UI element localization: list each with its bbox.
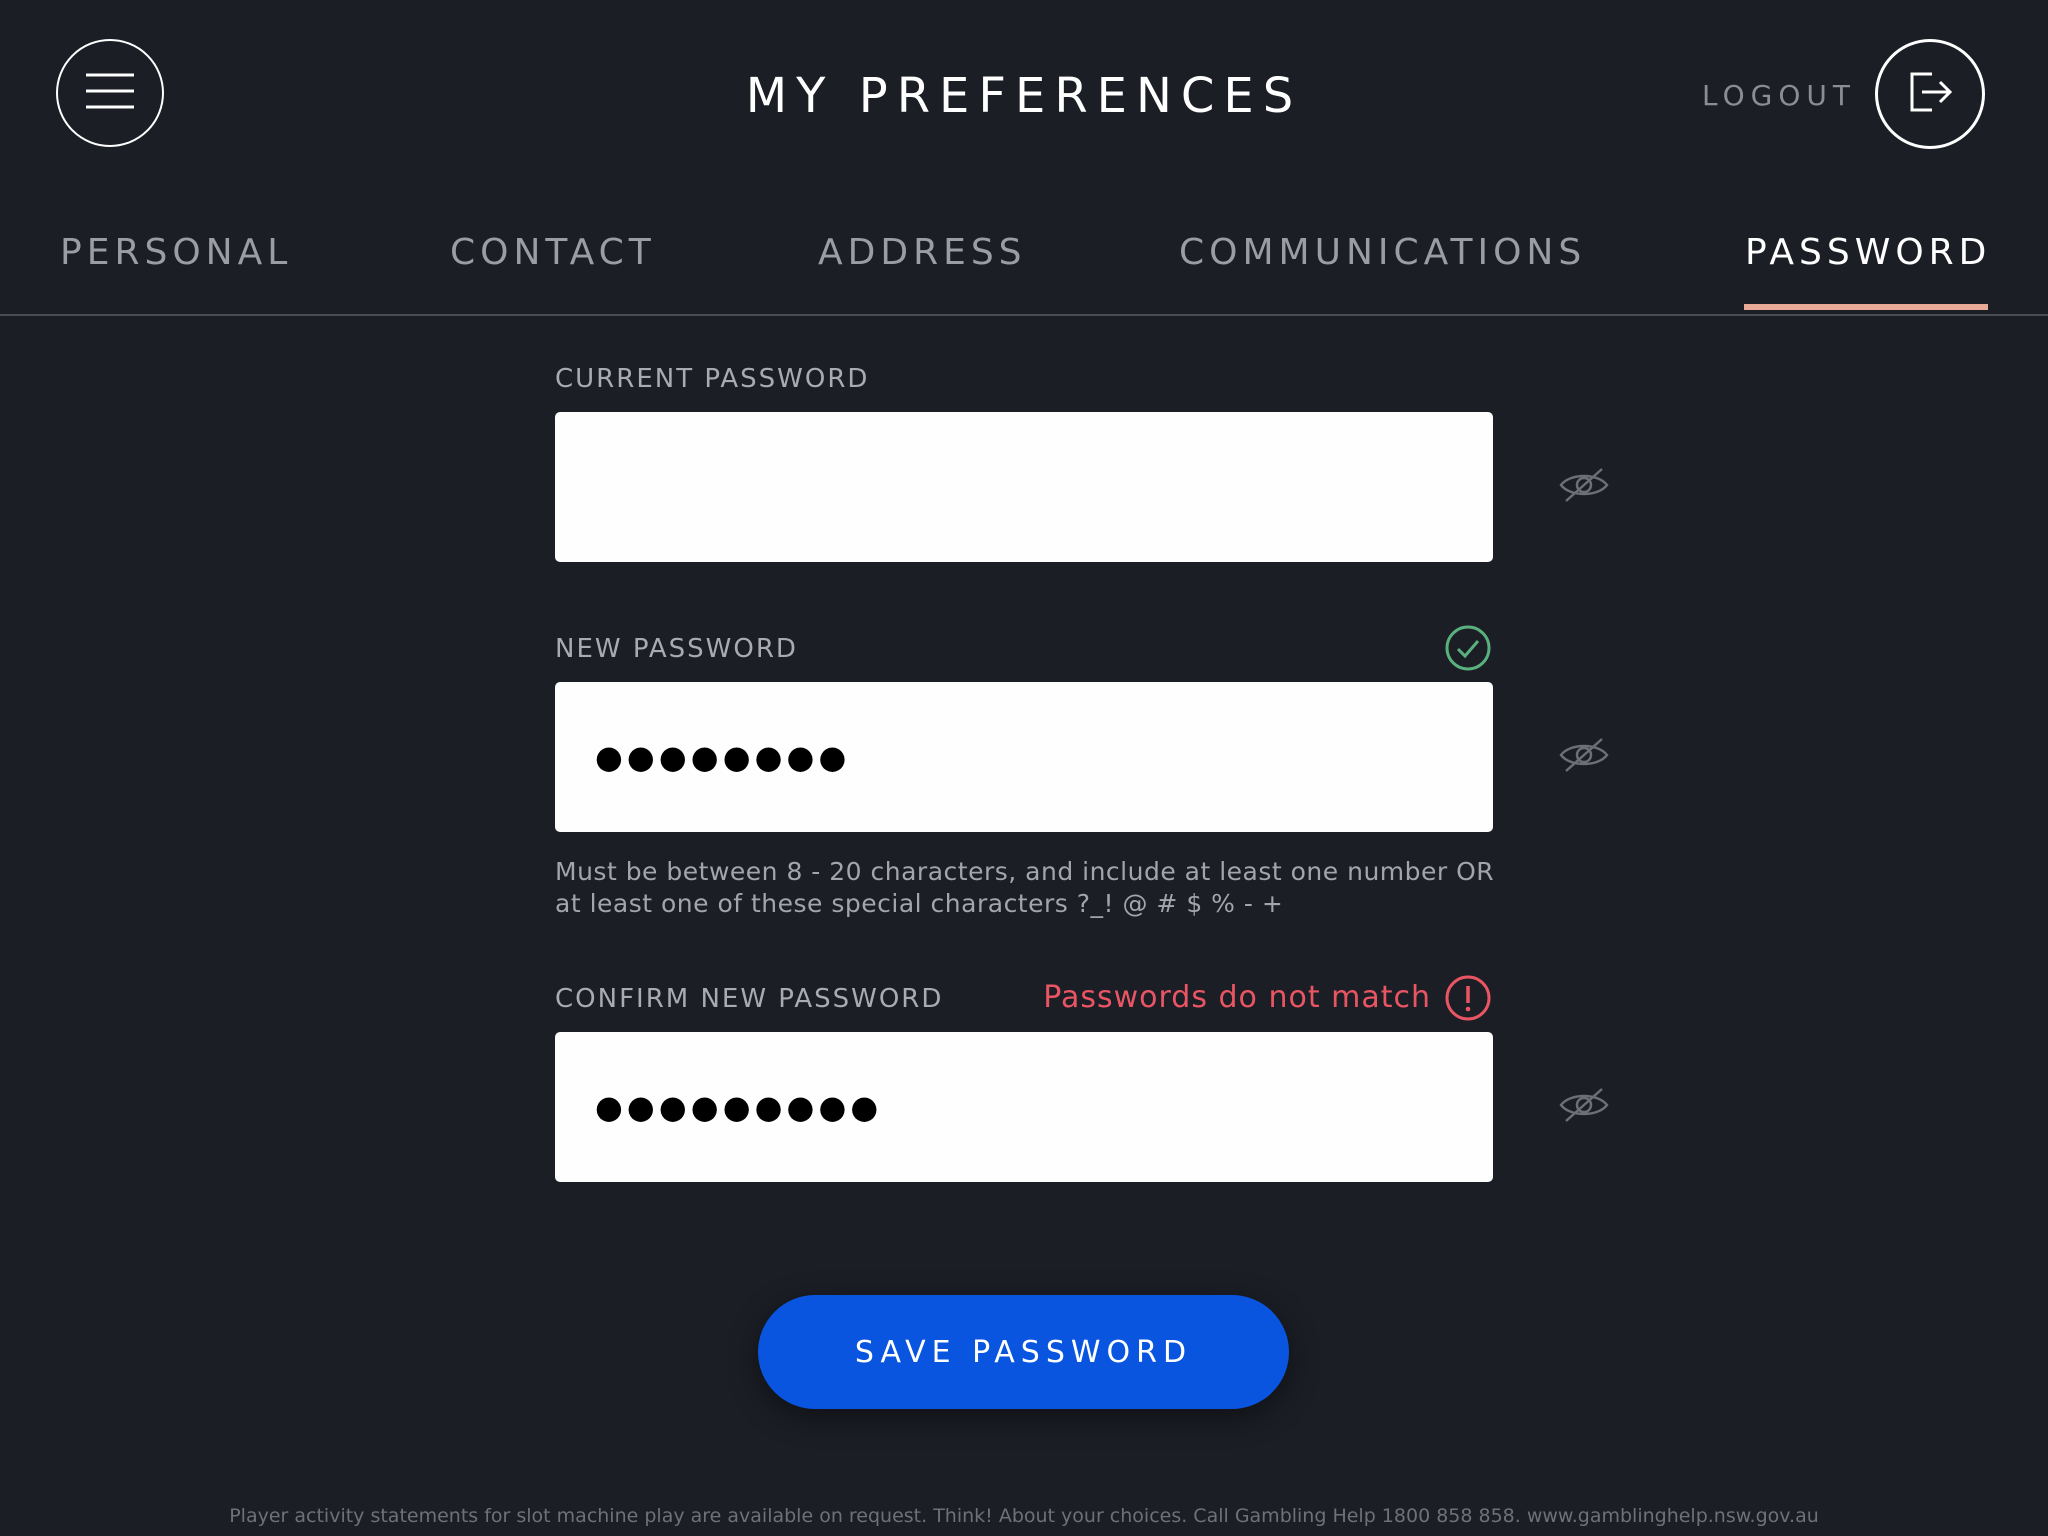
new-password-label: NEW PASSWORD	[555, 634, 798, 664]
save-password-button[interactable]: SAVE PASSWORD	[758, 1295, 1289, 1409]
password-mismatch-error: Passwords do not match	[1043, 980, 1431, 1015]
confirm-password-label: CONFIRM NEW PASSWORD	[555, 984, 944, 1014]
preferences-page: MY PREFERENCES LOGOUT PERSONAL CONTACT A…	[0, 0, 2048, 1536]
tab-address[interactable]: ADDRESS	[818, 228, 1027, 278]
tab-communications[interactable]: COMMUNICATIONS	[1179, 228, 1586, 278]
error-alert-icon	[1444, 974, 1492, 1022]
responsible-gambling-footer: Player activity statements for slot mach…	[229, 1505, 1819, 1527]
logout-label[interactable]: LOGOUT	[1702, 78, 1856, 114]
check-circle-icon	[1444, 624, 1492, 672]
current-password-label: CURRENT PASSWORD	[555, 364, 870, 394]
tab-password[interactable]: PASSWORD	[1745, 228, 1991, 278]
tab-personal[interactable]: PERSONAL	[60, 228, 292, 278]
eye-slash-icon	[1558, 463, 1610, 511]
current-password-input[interactable]	[555, 412, 1493, 562]
password-requirements-hint: Must be between 8 - 20 characters, and i…	[555, 857, 1495, 918]
tab-contact[interactable]: CONTACT	[450, 228, 656, 278]
new-password-input[interactable]	[555, 682, 1493, 832]
active-tab-indicator	[1744, 304, 1988, 310]
confirm-password-input[interactable]	[555, 1032, 1493, 1182]
eye-slash-icon	[1558, 733, 1610, 781]
preferences-tabs: PERSONAL CONTACT ADDRESS COMMUNICATIONS …	[0, 210, 2048, 316]
new-password-visibility-toggle[interactable]	[1556, 729, 1612, 785]
logout-exit-icon	[1904, 66, 1956, 122]
confirm-password-visibility-toggle[interactable]	[1556, 1079, 1612, 1135]
logout-button[interactable]	[1875, 39, 1985, 149]
eye-slash-icon	[1558, 1083, 1610, 1131]
current-password-visibility-toggle[interactable]	[1556, 459, 1612, 515]
